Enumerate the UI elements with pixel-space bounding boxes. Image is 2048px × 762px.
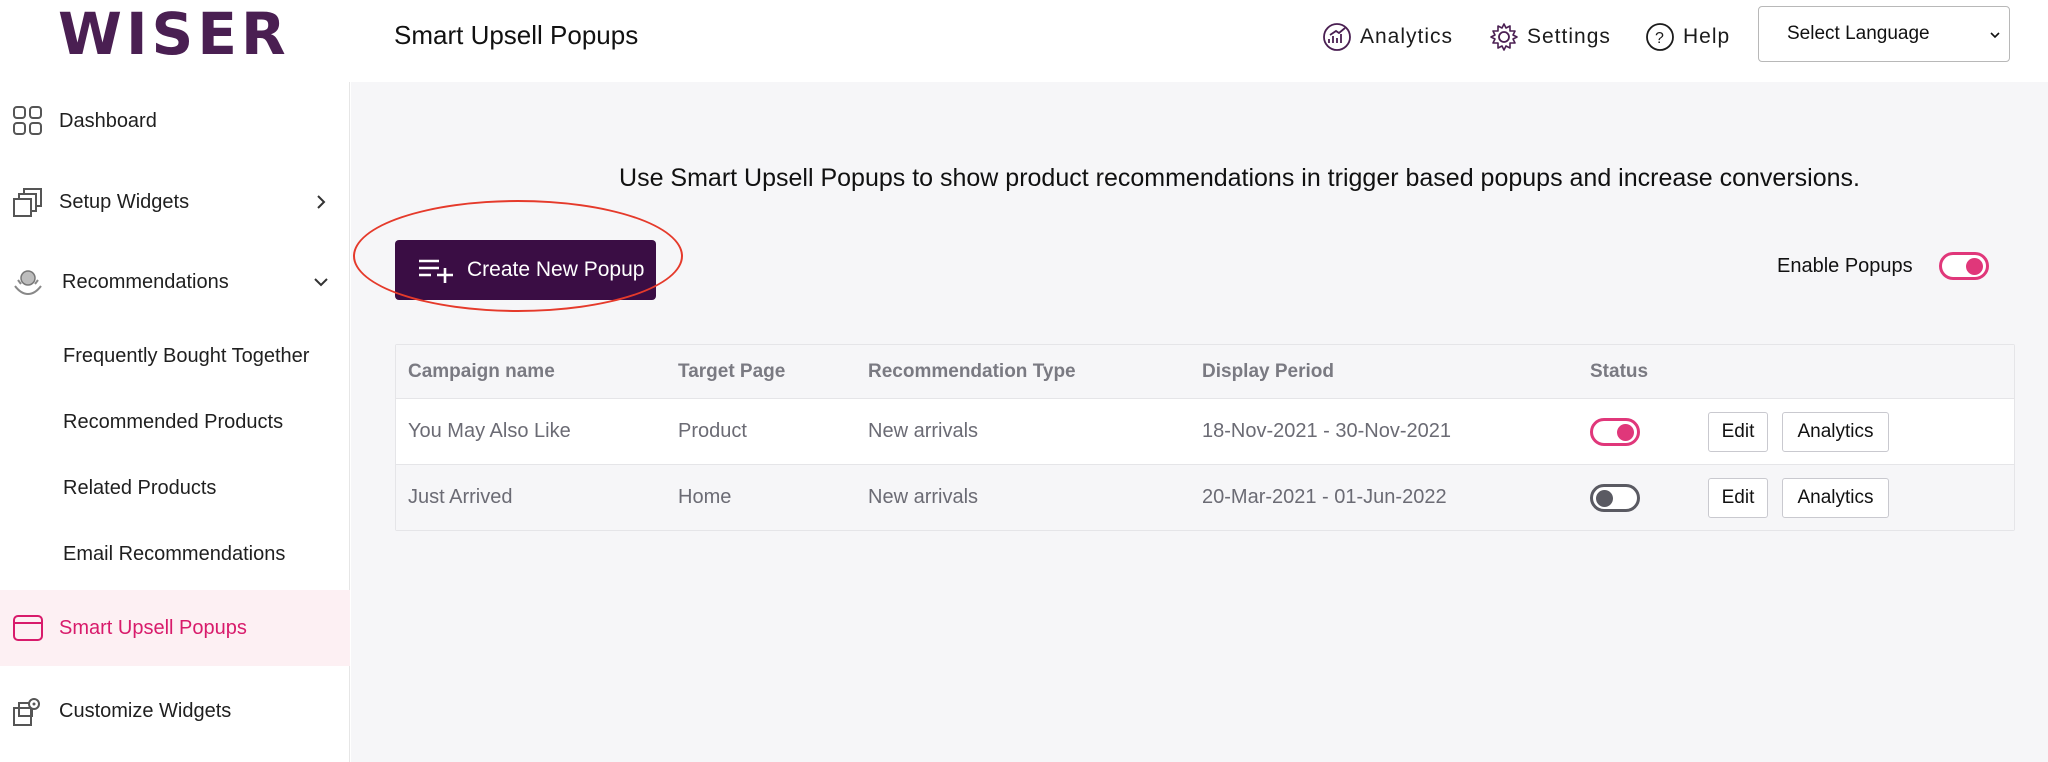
column-header-display-period[interactable]: Display Period [1202,345,1334,398]
sidebar-item-dashboard[interactable]: Dashboard [0,100,350,142]
table-row: You May Also Like Product New arrivals 1… [396,398,2014,464]
sidebar-item-setup-widgets[interactable]: Setup Widgets [0,181,350,223]
sidebar-subitem-recommended-products[interactable]: Recommended Products [63,411,283,434]
toggle-knob [1965,258,1983,275]
language-select[interactable]: Select Language [1758,6,2010,62]
analytics-icon [1323,23,1351,51]
sidebar-item-customize-widgets[interactable]: Customize Widgets [0,690,350,732]
table-header-row: Campaign name Target Page Recommendation… [396,345,2014,398]
language-select-value: Select Language [1787,23,1930,44]
row-analytics-button[interactable]: Analytics [1782,477,1889,518]
sidebar-item-label: Dashboard [59,109,157,132]
column-header-recommendation-type[interactable]: Recommendation Type [868,345,1076,398]
table-row: Just Arrived Home New arrivals 20-Mar-20… [396,464,2014,530]
recommendations-icon [14,270,42,296]
status-toggle[interactable] [1590,483,1640,512]
svg-text:?: ? [1655,30,1665,47]
settings-label: Settings [1527,25,1611,48]
status-cell [1590,399,1640,464]
create-new-popup-label: Create New Popup [467,258,645,281]
customize-icon [13,698,40,726]
main-content: Use Smart Upsell Popups to show product … [351,82,2048,762]
sidebar-item-label: Setup Widgets [59,190,190,213]
grid-icon [13,106,42,135]
edit-button[interactable]: Edit [1708,411,1768,452]
sidebar-item-label: Smart Upsell Popups [59,616,247,639]
edit-cell: Edit [1708,465,1768,530]
column-header-target-page[interactable]: Target Page [678,345,785,398]
analytics-label: Analytics [1360,25,1454,48]
header-analytics-link[interactable]: Analytics [1322,22,1453,52]
wiser-logo[interactable]: WISER [58,0,290,68]
campaign-name-cell: Just Arrived [408,486,513,508]
row-analytics-button[interactable]: Analytics [1782,411,1889,452]
enable-popups-label: Enable Popups [1777,254,1913,277]
layers-icon [13,188,42,217]
target-page-cell: Product [678,420,747,442]
campaign-name-cell: You May Also Like [408,420,571,442]
status-toggle[interactable] [1590,417,1640,446]
chevron-right-icon [317,195,326,209]
sidebar-item-label: Customize Widgets [59,699,232,722]
column-header-campaign-name[interactable]: Campaign name [408,345,555,398]
help-label: Help [1683,25,1731,48]
sidebar-subitem-related-products[interactable]: Related Products [63,477,216,500]
chevron-down-icon [1990,32,2000,39]
recommendation-type-cell: New arrivals [868,486,979,508]
logo-text: WISER [58,0,290,68]
display-period-cell: 18-Nov-2021 - 30-Nov-2021 [1202,420,1452,442]
display-period-cell: 20-Mar-2021 - 01-Jun-2022 [1202,486,1447,508]
top-header: WISER Smart Upsell Popups Analytics Sett… [0,0,2048,82]
edit-cell: Edit [1708,399,1768,464]
sidebar-item-recommendations[interactable]: Recommendations [0,261,350,303]
sidebar: Dashboard Setup Widgets Recommendations … [0,82,350,762]
page-title: Smart Upsell Popups [394,20,639,50]
sidebar-subitem-email-recommendations[interactable]: Email Recommendations [63,543,285,566]
sidebar-item-smart-upsell-popups[interactable]: Smart Upsell Popups [0,590,350,666]
gear-icon [1490,23,1518,51]
target-page-cell: Home [678,486,732,508]
playlist-add-icon [419,259,453,283]
column-header-status[interactable]: Status [1590,345,1648,398]
analytics-cell: Analytics [1782,399,1889,464]
help-icon: ? [1646,23,1674,51]
enable-popups-toggle[interactable] [1938,252,1989,280]
status-cell [1590,465,1640,530]
recommendation-type-cell: New arrivals [868,420,979,442]
sidebar-subitem-frequently-bought-together[interactable]: Frequently Bought Together [63,345,309,368]
chevron-down-icon [314,278,328,287]
window-icon [13,615,43,641]
intro-text: Use Smart Upsell Popups to show product … [619,164,1860,192]
header-settings-link[interactable]: Settings [1489,22,1611,52]
toggle-knob [1617,423,1634,441]
enable-popups-control: Enable Popups [1777,252,1989,280]
analytics-cell: Analytics [1782,465,1889,530]
sidebar-item-label: Recommendations [62,270,229,293]
edit-button[interactable]: Edit [1708,477,1768,518]
create-new-popup-button[interactable]: Create New Popup [395,240,656,300]
header-help-link[interactable]: ? Help [1645,22,1730,52]
campaigns-table: Campaign name Target Page Recommendation… [395,344,2015,531]
toggle-knob [1596,489,1613,507]
